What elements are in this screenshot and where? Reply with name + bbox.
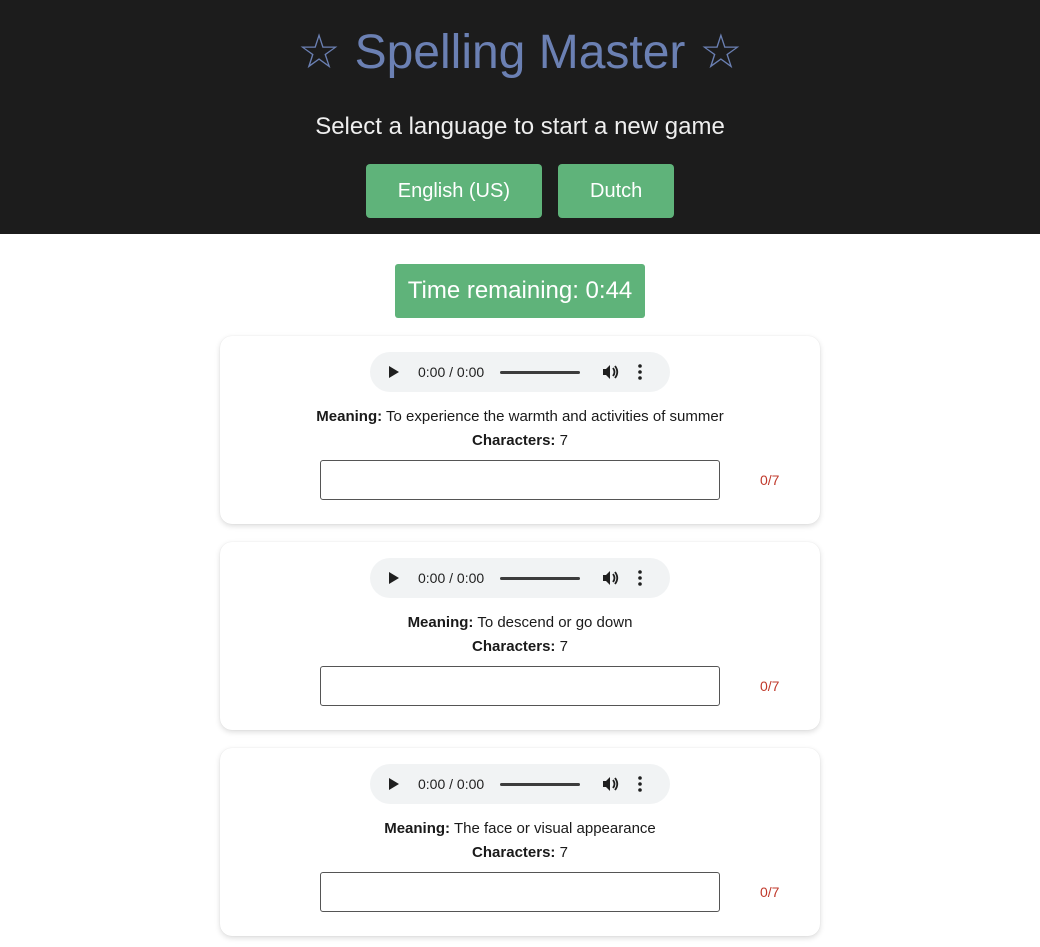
title-text: Spelling Master xyxy=(354,26,686,79)
characters-label: Characters: xyxy=(472,638,556,655)
meaning-text: To experience the warmth and activities … xyxy=(386,408,724,425)
language-buttons: English (US) Dutch xyxy=(0,164,1040,218)
meaning-line: Meaning: To experience the warmth and ac… xyxy=(220,406,820,428)
word-card: 0:00 / 0:00 Meaning: To experience the w… xyxy=(220,336,820,524)
subtitle: Select a language to start a new game xyxy=(315,113,725,140)
more-options-icon[interactable] xyxy=(638,570,642,586)
word-card: 0:00 / 0:00 Meaning: The face or visual … xyxy=(220,748,820,936)
characters-label: Characters: xyxy=(472,432,556,449)
timer-display: Time remaining: 0:44 xyxy=(395,264,645,318)
more-options-icon[interactable] xyxy=(638,776,642,792)
meaning-label: Meaning: xyxy=(316,408,383,425)
characters-count: 7 xyxy=(559,844,568,861)
characters-count: 7 xyxy=(559,638,568,655)
audio-player[interactable]: 0:00 / 0:00 xyxy=(370,352,670,392)
audio-progress-track[interactable] xyxy=(500,576,580,580)
star-icon: ☆ xyxy=(297,26,341,79)
page-title: ☆ Spelling Master ☆ xyxy=(0,24,1040,82)
meaning-label: Meaning: xyxy=(407,614,474,631)
audio-time: 0:00 / 0:00 xyxy=(418,776,485,792)
audio-time: 0:00 / 0:00 xyxy=(418,364,485,380)
characters-line: Characters: 7 xyxy=(220,636,820,658)
volume-icon[interactable] xyxy=(602,364,620,380)
audio-player[interactable]: 0:00 / 0:00 xyxy=(370,558,670,598)
characters-label: Characters: xyxy=(472,844,556,861)
meaning-label: Meaning: xyxy=(384,820,451,837)
characters-line: Characters: 7 xyxy=(220,842,820,864)
answer-input[interactable] xyxy=(320,872,720,912)
volume-icon[interactable] xyxy=(602,570,620,586)
meaning-text: The face or visual appearance xyxy=(453,820,656,837)
characters-count: 7 xyxy=(559,432,568,449)
play-icon[interactable] xyxy=(388,571,408,585)
characters-line: Characters: 7 xyxy=(220,430,820,452)
meaning-line: Meaning: The face or visual appearance xyxy=(220,818,820,840)
answer-input[interactable] xyxy=(320,460,720,500)
audio-progress-track[interactable] xyxy=(500,782,580,786)
answer-input[interactable] xyxy=(320,666,720,706)
letter-counter: 0/7 xyxy=(760,678,780,694)
audio-time: 0:00 / 0:00 xyxy=(418,570,485,586)
audio-progress-track[interactable] xyxy=(500,370,580,374)
meaning-text: To descend or go down xyxy=(477,614,633,631)
audio-player[interactable]: 0:00 / 0:00 xyxy=(370,764,670,804)
word-card: 0:00 / 0:00 Meaning: To descend or go do… xyxy=(220,542,820,730)
star-icon: ☆ xyxy=(699,26,743,79)
dutch-button[interactable]: Dutch xyxy=(558,164,675,218)
more-options-icon[interactable] xyxy=(638,364,642,380)
letter-counter: 0/7 xyxy=(760,884,780,900)
volume-icon[interactable] xyxy=(602,776,620,792)
play-icon[interactable] xyxy=(388,365,408,379)
play-icon[interactable] xyxy=(388,777,408,791)
english-us-button[interactable]: English (US) xyxy=(365,164,542,218)
meaning-line: Meaning: To descend or go down xyxy=(220,612,820,634)
header: ☆ Spelling Master ☆ Select a language to… xyxy=(0,0,1040,234)
letter-counter: 0/7 xyxy=(760,472,780,488)
